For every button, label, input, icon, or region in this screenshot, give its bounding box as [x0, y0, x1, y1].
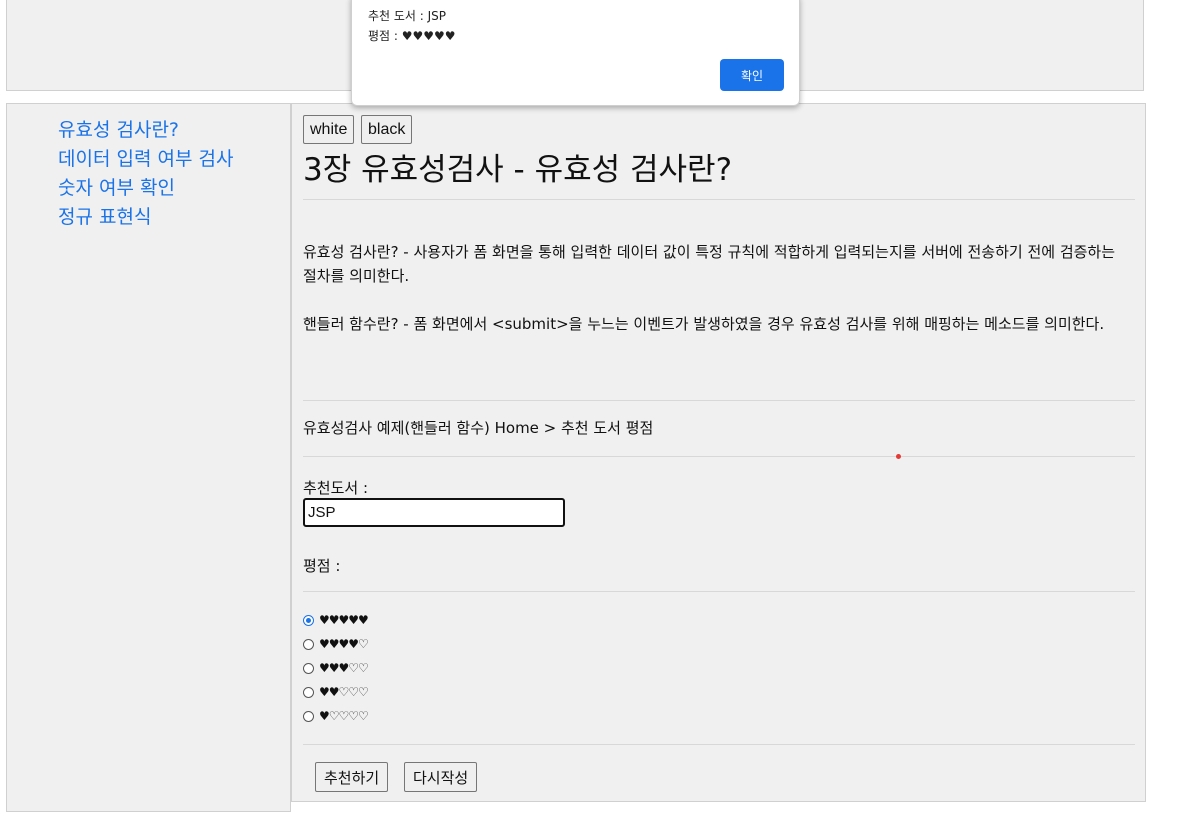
divider: [303, 456, 1135, 457]
rating-option[interactable]: ♥♥♥♡♡: [303, 660, 369, 676]
sidebar-panel: 유효성 검사란? 데이터 입력 여부 검사 숫자 여부 확인 정규 표현식: [6, 103, 291, 812]
rating-option[interactable]: ♥♥♥♥♥: [303, 612, 369, 628]
main-content: white black 3장 유효성검사 - 유효성 검사란? 유효성 검사란?…: [291, 103, 1146, 802]
dialog-ok-button[interactable]: 확인: [720, 59, 784, 91]
sidebar-link-validation-intro[interactable]: 유효성 검사란?: [58, 115, 179, 142]
radio[interactable]: [303, 662, 314, 674]
rating-option-label: ♥♥♥♡♡: [319, 661, 369, 675]
rating-option-label: ♥♥♥♥♥: [319, 613, 369, 627]
dialog-book-line: 추천 도서 : JSP: [368, 9, 447, 23]
radio-selected[interactable]: [303, 614, 314, 626]
black-theme-button[interactable]: black: [361, 115, 413, 144]
alert-dialog: 추천 도서 : JSP 평점 : ♥♥♥♥♥ 확인: [351, 0, 800, 106]
submit-button[interactable]: 추천하기: [315, 762, 389, 792]
rating-option[interactable]: ♥♥♡♡♡: [303, 684, 369, 700]
dialog-rating-line: 평점 : ♥♥♥♥♥: [368, 29, 456, 43]
divider: [303, 199, 1135, 200]
rating-option-label: ♥♡♡♡♡: [319, 709, 369, 723]
book-input[interactable]: [303, 498, 565, 527]
rating-option[interactable]: ♥♡♡♡♡: [303, 708, 369, 724]
radio[interactable]: [303, 710, 314, 722]
radio[interactable]: [303, 686, 314, 698]
sidebar-link-number-check[interactable]: 숫자 여부 확인: [58, 173, 175, 200]
radio[interactable]: [303, 638, 314, 650]
page-title: 3장 유효성검사 - 유효성 검사란?: [303, 152, 733, 188]
handler-description: 핸들러 함수란? - 폼 화면에서 <submit>을 누느는 이벤트가 발생하…: [303, 315, 1105, 333]
sidebar-link-regex[interactable]: 정규 표현식: [58, 202, 151, 229]
divider: [303, 591, 1135, 592]
sidebar-link-input-check[interactable]: 데이터 입력 여부 검사: [58, 144, 233, 171]
rating-option-label: ♥♥♡♡♡: [319, 685, 369, 699]
rating-option[interactable]: ♥♥♥♥♡: [303, 636, 369, 652]
rating-option-label: ♥♥♥♥♡: [319, 637, 369, 651]
rating-field-label: 평점 :: [303, 557, 341, 575]
divider: [303, 400, 1135, 401]
validation-description: 유효성 검사란? - 사용자가 폼 화면을 통해 입력한 데이터 값이 특정 규…: [303, 243, 1116, 285]
white-theme-button[interactable]: white: [303, 115, 355, 144]
book-field-label: 추천도서 :: [303, 479, 369, 497]
reset-button[interactable]: 다시작성: [404, 762, 478, 792]
divider: [303, 744, 1135, 745]
cursor-dot: [896, 454, 901, 459]
breadcrumb: 유효성검사 예제(핸들러 함수) Home > 추천 도서 평점: [303, 419, 654, 437]
